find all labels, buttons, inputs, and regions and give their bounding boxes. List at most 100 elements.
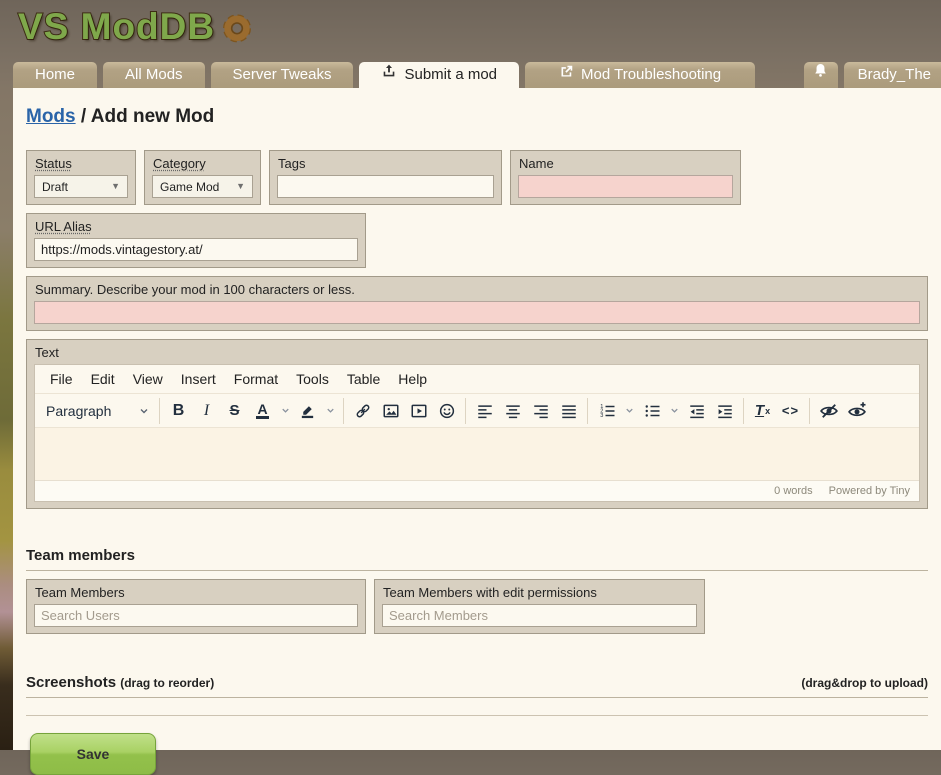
summary-input[interactable] xyxy=(34,301,920,324)
menu-insert[interactable]: Insert xyxy=(172,368,225,390)
name-fieldset: Name xyxy=(510,150,741,205)
chevron-down-icon xyxy=(138,405,150,417)
numbered-list-button[interactable]: 123 xyxy=(593,398,620,424)
menu-table[interactable]: Table xyxy=(338,368,389,390)
category-select[interactable]: Game Mod ▼ xyxy=(152,175,253,198)
menu-view[interactable]: View xyxy=(124,368,172,390)
name-label: Name xyxy=(519,156,733,171)
insert-image-button[interactable] xyxy=(377,398,404,424)
breadcrumb-mods-link[interactable]: Mods xyxy=(26,106,76,127)
bold-icon: B xyxy=(173,402,185,420)
screenshots-upload-hint: (drag&drop to upload) xyxy=(801,676,928,690)
indent-button[interactable] xyxy=(711,398,738,424)
align-center-button[interactable] xyxy=(499,398,526,424)
nav-tab-home[interactable]: Home xyxy=(13,62,97,88)
highlight-color-menu-chevron[interactable] xyxy=(322,398,338,424)
toolbar-group-insert xyxy=(344,398,466,424)
paragraph-style-dropdown[interactable]: Paragraph xyxy=(42,398,154,424)
nav-tab-home-label: Home xyxy=(35,62,75,88)
text-color-button[interactable]: A xyxy=(249,398,276,424)
nav-tab-mod-troubleshooting-label: Mod Troubleshooting xyxy=(581,62,721,88)
emoji-icon xyxy=(438,402,456,420)
bullet-list-menu-chevron[interactable] xyxy=(666,398,682,424)
bullet-list-button[interactable] xyxy=(638,398,665,424)
editor-toolbar: Paragraph B I S A xyxy=(35,394,919,428)
highlight-color-button[interactable] xyxy=(294,398,321,424)
external-link-icon xyxy=(559,62,574,88)
status-label: Status xyxy=(35,156,128,171)
indent-icon xyxy=(716,402,734,420)
screenshots-title: Screenshots xyxy=(26,674,116,691)
align-right-button[interactable] xyxy=(527,398,554,424)
eye-off-icon xyxy=(819,401,839,421)
team-edit-members-fieldset: Team Members with edit permissions xyxy=(374,579,705,634)
clear-formatting-sub: x xyxy=(765,406,770,416)
highlight-color-icon xyxy=(299,402,316,419)
bullet-list-icon xyxy=(643,402,661,420)
team-members-label: Team Members xyxy=(35,585,358,600)
menu-edit[interactable]: Edit xyxy=(82,368,124,390)
nav-tab-mod-troubleshooting[interactable]: Mod Troubleshooting xyxy=(525,62,755,88)
align-left-button[interactable] xyxy=(471,398,498,424)
status-fieldset: Status Draft ▼ xyxy=(26,150,136,205)
team-members-search-input[interactable] xyxy=(34,604,358,627)
status-select[interactable]: Draft ▼ xyxy=(34,175,128,198)
page-content: Mods / Add new Mod Status Draft ▼ Catego… xyxy=(13,88,941,750)
menu-tools[interactable]: Tools xyxy=(287,368,338,390)
tags-input[interactable] xyxy=(277,175,494,198)
outdent-button[interactable] xyxy=(683,398,710,424)
name-input[interactable] xyxy=(518,175,733,198)
chevron-down-icon xyxy=(325,405,336,416)
clear-formatting-icon: T xyxy=(755,402,764,419)
url-alias-input[interactable] xyxy=(34,238,358,261)
site-header: VS ModDB Home All Mods Server Tweaks xyxy=(0,0,941,88)
chevron-down-icon xyxy=(280,405,291,416)
team-edit-members-search-input[interactable] xyxy=(382,604,697,627)
nav-tab-submit-mod[interactable]: Submit a mod xyxy=(359,62,519,88)
category-label: Category xyxy=(153,156,253,171)
menu-format[interactable]: Format xyxy=(225,368,287,390)
bell-icon xyxy=(812,62,829,88)
breadcrumb-separator: / xyxy=(81,106,86,127)
italic-button[interactable]: I xyxy=(193,398,220,424)
insert-emoji-button[interactable] xyxy=(433,398,460,424)
paragraph-style-value: Paragraph xyxy=(46,403,111,419)
save-button[interactable]: Save xyxy=(30,733,156,775)
summary-label: Summary. Describe your mod in 100 charac… xyxy=(35,282,920,297)
source-code-button[interactable]: <> xyxy=(777,398,804,424)
insert-link-button[interactable] xyxy=(349,398,376,424)
nav-tab-server-tweaks-label: Server Tweaks xyxy=(233,62,332,88)
notifications-button[interactable] xyxy=(804,62,838,88)
toolbar-group-lists: 123 xyxy=(588,398,744,424)
numbered-list-menu-chevron[interactable] xyxy=(621,398,637,424)
nav-tab-all-mods[interactable]: All Mods xyxy=(103,62,205,88)
category-select-value: Game Mod xyxy=(160,180,219,194)
chevron-down-icon: ▼ xyxy=(111,182,120,191)
nav-tab-submit-mod-label: Submit a mod xyxy=(404,62,497,88)
powered-by-tiny-link[interactable]: Powered by Tiny xyxy=(829,485,910,497)
clear-formatting-button[interactable]: Tx xyxy=(749,398,776,424)
tags-label: Tags xyxy=(278,156,494,171)
spoiler-show-button[interactable] xyxy=(843,398,870,424)
spoiler-hide-button[interactable] xyxy=(815,398,842,424)
align-justify-button[interactable] xyxy=(555,398,582,424)
text-color-menu-chevron[interactable] xyxy=(277,398,293,424)
strikethrough-button[interactable]: S xyxy=(221,398,248,424)
image-icon xyxy=(382,402,400,420)
team-members-fieldset: Team Members xyxy=(26,579,366,634)
menu-help[interactable]: Help xyxy=(389,368,436,390)
breadcrumb: Mods / Add new Mod xyxy=(26,106,928,128)
page-title: Add new Mod xyxy=(91,106,214,127)
align-center-icon xyxy=(504,402,522,420)
logo-text: VS ModDB xyxy=(18,6,215,48)
nav-tab-user-profile[interactable]: Brady_The xyxy=(844,62,941,88)
editor-content-area[interactable] xyxy=(35,428,919,480)
team-members-heading: Team members xyxy=(26,547,928,571)
menu-file[interactable]: File xyxy=(41,368,82,390)
nav-tab-server-tweaks[interactable]: Server Tweaks xyxy=(211,62,354,88)
site-logo[interactable]: VS ModDB xyxy=(18,5,253,48)
tags-fieldset: Tags xyxy=(269,150,502,205)
bottom-divider xyxy=(26,715,928,716)
insert-media-button[interactable] xyxy=(405,398,432,424)
bold-button[interactable]: B xyxy=(165,398,192,424)
